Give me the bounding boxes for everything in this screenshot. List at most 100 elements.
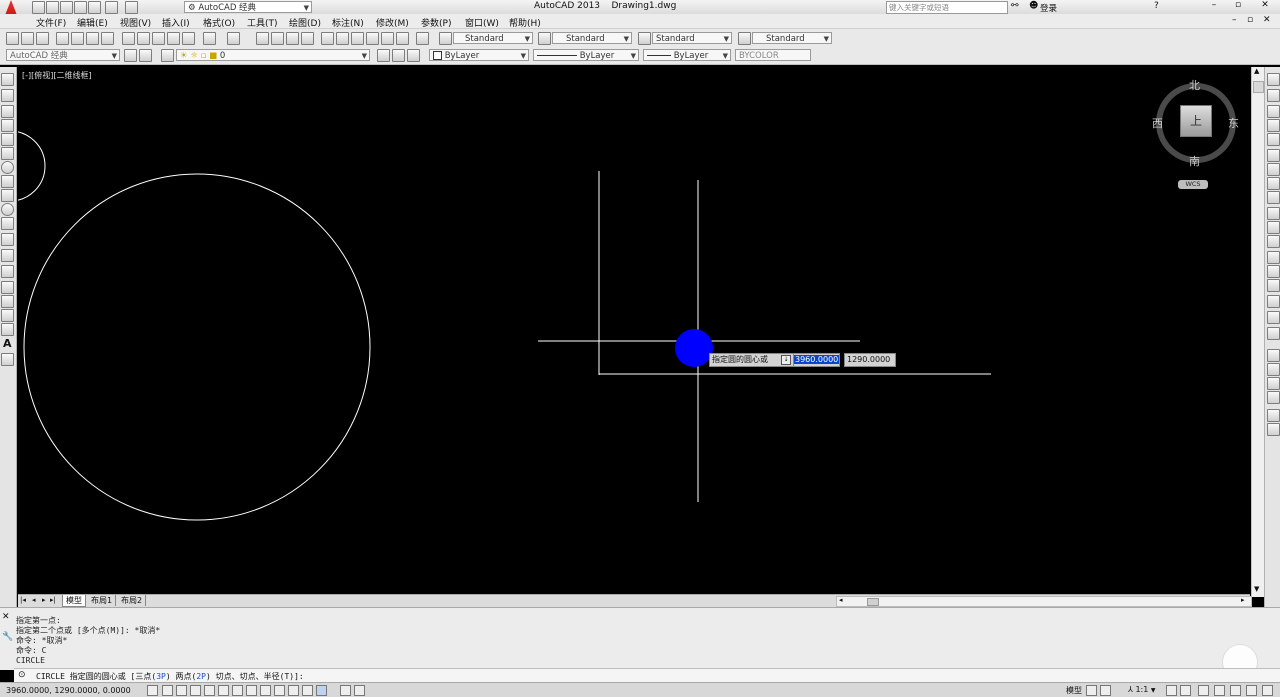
workspace-switching-button[interactable] [1198, 685, 1209, 696]
scroll-right-arrow[interactable]: ▸ [1241, 596, 1245, 604]
model-space-button[interactable]: 模型 [1066, 685, 1082, 696]
annotation-visibility-toggle[interactable] [1166, 685, 1177, 696]
design-center-icon[interactable] [336, 32, 349, 45]
selection-cycling-toggle[interactable] [340, 685, 351, 696]
break-at-point-icon[interactable] [1267, 235, 1280, 248]
plot-icon[interactable] [56, 32, 69, 45]
viewcube-top-face[interactable]: 上 [1180, 105, 1212, 137]
construction-line-icon[interactable] [1, 89, 14, 102]
option-2p-text[interactable]: 两点( [176, 672, 197, 681]
make-block-icon[interactable] [1, 249, 14, 262]
chamfer-icon[interactable] [1267, 279, 1280, 292]
gradient-icon[interactable] [1, 295, 14, 308]
object-snap-toggle[interactable] [218, 685, 229, 696]
text-style-icon[interactable] [439, 32, 452, 45]
plot-icon[interactable] [88, 1, 101, 14]
command-line[interactable]: ⊙ CIRCLE 指定圆的圆心或 [三点(3P) 两点(2P) 切点、切点、半径… [14, 668, 1280, 683]
tab-nav-first[interactable]: |◂ [20, 596, 26, 604]
tab-model[interactable]: 模型 [62, 595, 86, 607]
line-icon[interactable] [1, 73, 14, 86]
compass-east[interactable]: 东 [1228, 115, 1239, 131]
workspace-select[interactable]: AutoCAD 经典 ▼ [6, 49, 120, 61]
polar-tracking-toggle[interactable] [204, 685, 215, 696]
hardware-acceleration-button[interactable] [1230, 685, 1241, 696]
close-button[interactable]: ✕ [1255, 0, 1275, 10]
undo-icon[interactable] [203, 32, 216, 45]
bring-above-icon[interactable] [1267, 377, 1280, 390]
workspace-switcher[interactable]: ⚙ AutoCAD 经典 ▼ [184, 1, 312, 13]
text-style-select[interactable]: Standard ▼ [453, 32, 533, 44]
save-icon[interactable] [60, 1, 73, 14]
help-icon[interactable] [416, 32, 429, 45]
zoom-realtime-icon[interactable] [271, 32, 284, 45]
zoom-previous-icon[interactable] [301, 32, 314, 45]
tab-nav-prev[interactable]: ◂ [32, 596, 36, 604]
3d-object-snap-toggle[interactable] [232, 685, 243, 696]
scroll-thumb[interactable] [1253, 81, 1264, 93]
draw-order-front-icon[interactable] [1267, 349, 1280, 362]
dynamic-input-y-field[interactable]: 1290.0000 [844, 353, 896, 367]
trim-icon[interactable] [1267, 207, 1280, 220]
add-selected-icon[interactable] [1, 353, 14, 366]
redo-icon[interactable] [227, 32, 240, 45]
infer-constraints-toggle[interactable] [147, 685, 158, 696]
layer-states-icon[interactable] [407, 49, 420, 62]
linetype-select[interactable]: ByLayer ▼ [533, 49, 639, 61]
dynamic-input-x-field[interactable]: 3960.0000 [793, 353, 840, 367]
vertical-scrollbar[interactable]: ▲ ▼ [1251, 67, 1264, 597]
option-3p-text[interactable]: 三点( [135, 672, 156, 681]
table-style-icon[interactable] [638, 32, 651, 45]
color-select[interactable]: ByLayer ▼ [429, 49, 529, 61]
transparency-toggle[interactable] [302, 685, 313, 696]
coordinate-readout[interactable]: 3960.0000, 1290.0000, 0.0000 [6, 686, 131, 695]
draw-order-back-icon[interactable] [1267, 363, 1280, 376]
break-icon[interactable] [1267, 251, 1280, 264]
doc-restore-button[interactable]: ▫ [1247, 15, 1253, 25]
open-icon[interactable] [21, 32, 34, 45]
fillet-icon[interactable] [1267, 295, 1280, 308]
erase-icon[interactable] [1267, 73, 1280, 86]
block-editor-icon[interactable] [182, 32, 195, 45]
stretch-icon[interactable] [1267, 191, 1280, 204]
command-line-icon[interactable]: ⊙ [18, 670, 26, 680]
new-file-icon[interactable] [32, 1, 45, 14]
save-as-icon[interactable] [74, 1, 87, 14]
hatch-to-back-icon[interactable] [1267, 423, 1280, 436]
paste-icon[interactable] [152, 32, 165, 45]
scroll-left-arrow[interactable]: ◂ [839, 596, 843, 604]
spline-icon[interactable] [1, 189, 14, 202]
annotation-monitor-toggle[interactable] [354, 685, 365, 696]
help-icon[interactable]: ? [1154, 1, 1159, 11]
doc-close-button[interactable]: ✕ [1263, 15, 1271, 25]
arc-icon[interactable] [1, 147, 14, 160]
layer-properties-icon[interactable] [161, 49, 174, 62]
3d-print-icon[interactable] [101, 32, 114, 45]
rotate-icon[interactable] [1267, 163, 1280, 176]
ellipse-arc-icon[interactable] [1, 217, 14, 230]
table-icon[interactable] [1, 323, 14, 336]
move-icon[interactable] [1267, 149, 1280, 162]
offset-icon[interactable] [1267, 119, 1280, 132]
option-ttr-text[interactable]: 切点、切点、半径(T)]: [216, 672, 304, 681]
object-snap-tracking-toggle[interactable] [246, 685, 257, 696]
lock-ui-button[interactable] [1214, 685, 1225, 696]
auto-scale-toggle[interactable] [1180, 685, 1191, 696]
tab-nav-last[interactable]: ▸| [50, 596, 56, 604]
layer-previous-icon[interactable] [392, 49, 405, 62]
clean-screen-button[interactable] [1262, 685, 1273, 696]
sheet-set-icon[interactable] [366, 32, 379, 45]
user-icon[interactable]: ☻ [1029, 1, 1038, 11]
tool-palettes-icon[interactable] [351, 32, 364, 45]
blend-curves-icon[interactable] [1267, 311, 1280, 324]
doc-minimize-button[interactable]: – [1232, 15, 1237, 25]
tab-layout1[interactable]: 布局1 [88, 595, 117, 606]
command-window-settings-icon[interactable]: 🔧 [2, 632, 13, 642]
polygon-icon[interactable] [1, 119, 14, 132]
workspace-settings-icon[interactable] [124, 49, 137, 62]
markup-icon[interactable] [381, 32, 394, 45]
search-box[interactable]: 键入关键字或短语 [886, 1, 1008, 14]
minimize-button[interactable]: – [1205, 0, 1223, 10]
scale-icon[interactable] [1267, 177, 1280, 190]
dim-style-select[interactable]: Standard ▼ [552, 32, 632, 44]
text-to-front-icon[interactable] [1267, 409, 1280, 422]
